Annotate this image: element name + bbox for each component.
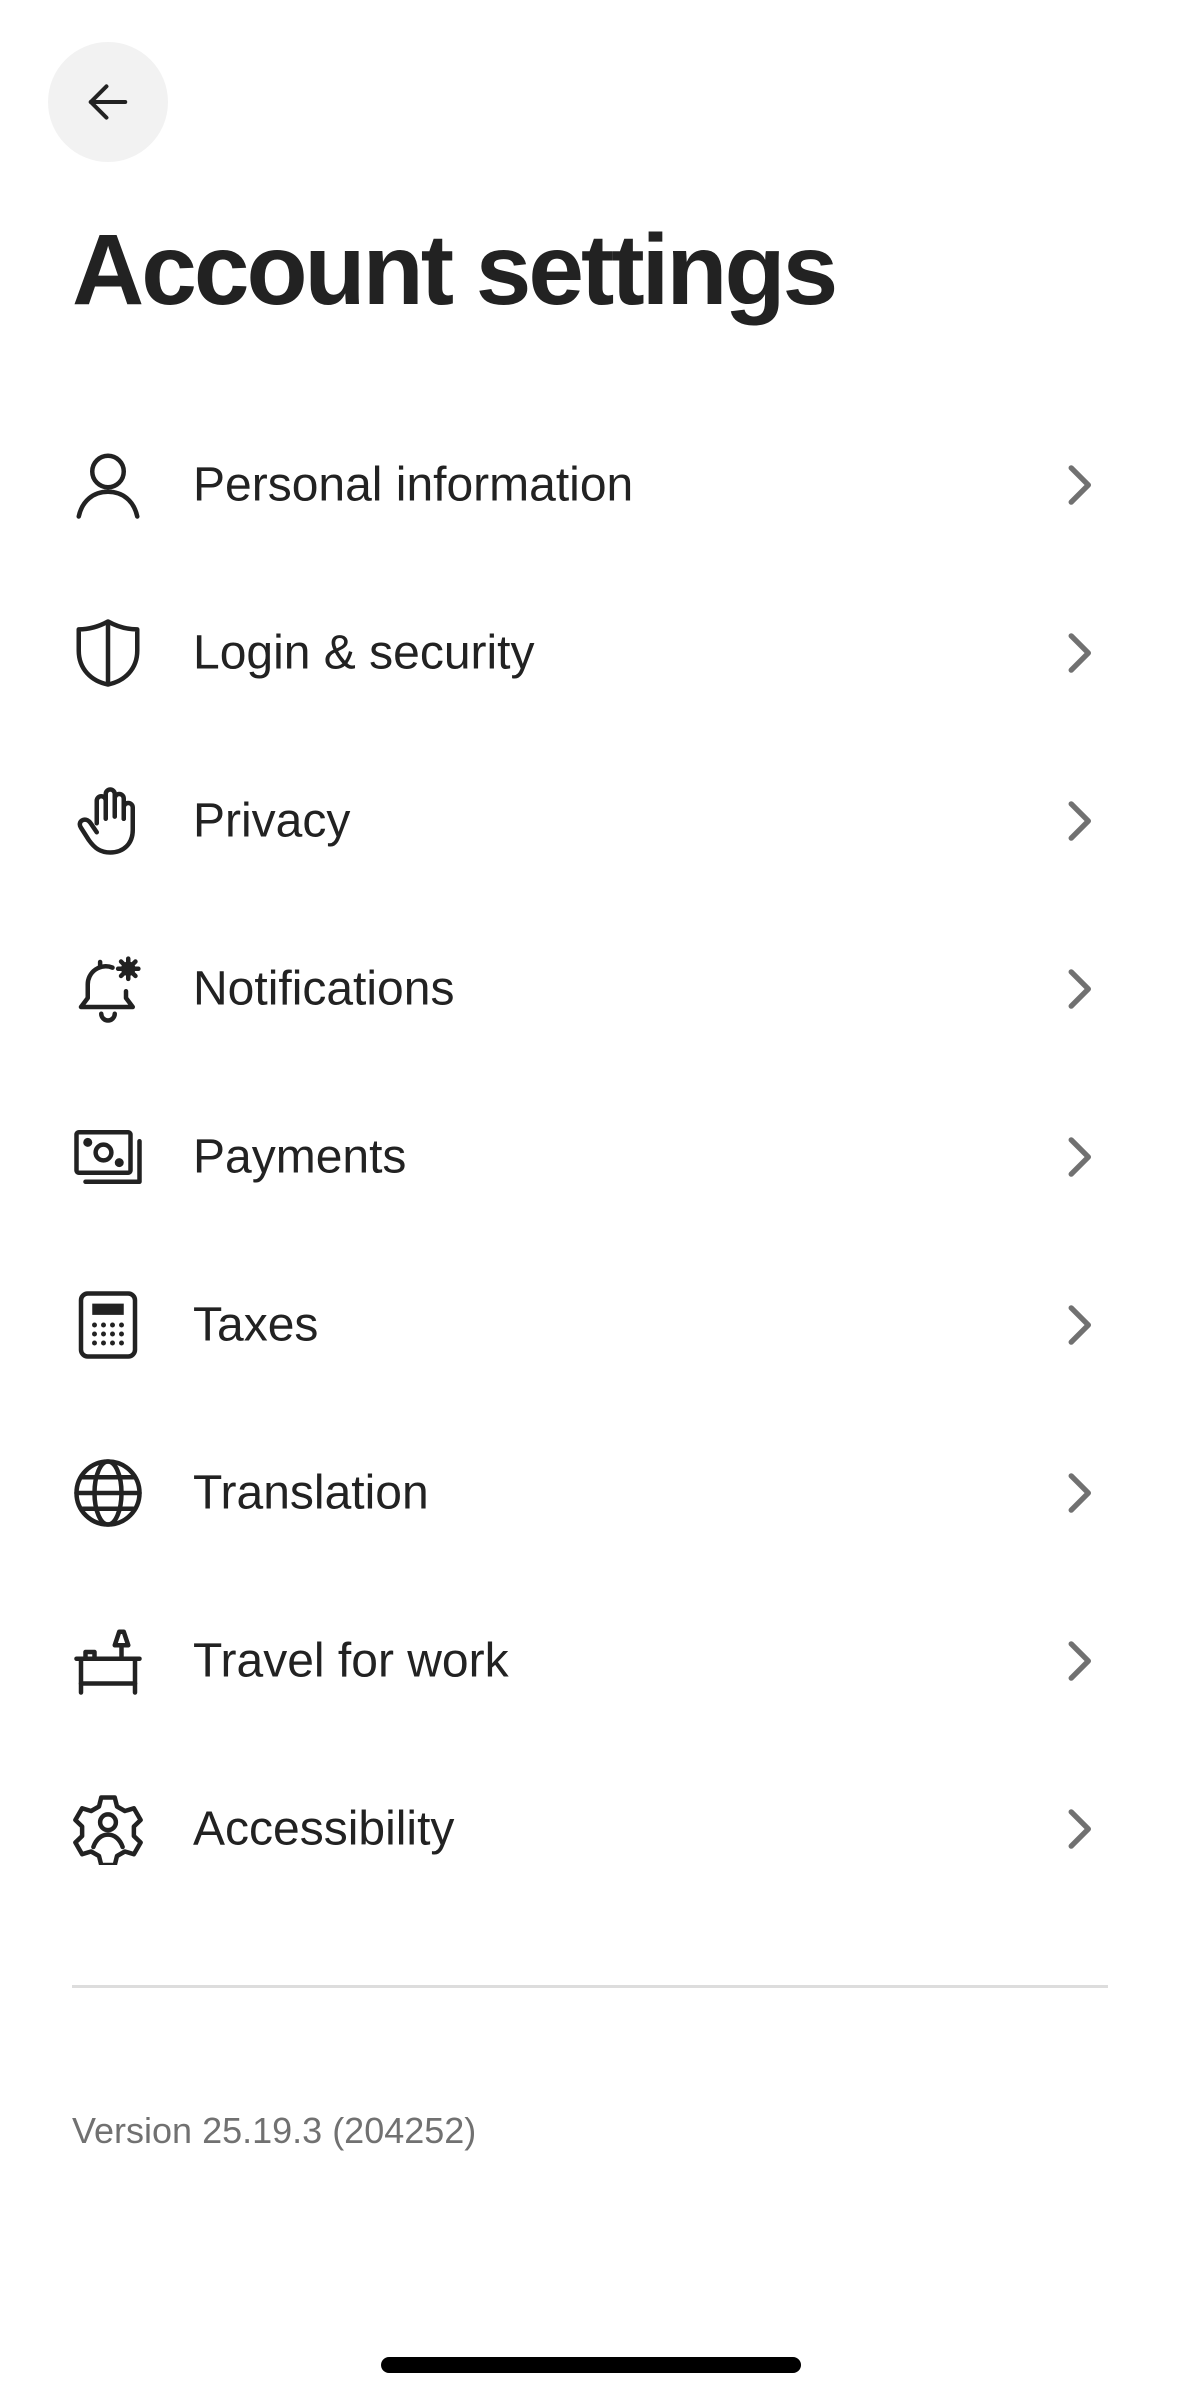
chevron-right-icon xyxy=(1068,465,1092,505)
chevron-right-icon xyxy=(1068,969,1092,1009)
settings-item-payments[interactable]: Payments xyxy=(0,1073,1179,1241)
arrow-left-icon xyxy=(88,84,128,120)
cash-icon xyxy=(74,1130,142,1184)
hand-icon xyxy=(77,787,135,855)
settings-item-label: Login & security xyxy=(193,626,535,680)
chevron-right-icon xyxy=(1068,1473,1092,1513)
settings-item-login-security[interactable]: Login & security xyxy=(0,569,1179,737)
settings-item-label: Translation xyxy=(193,1466,429,1520)
settings-item-label: Payments xyxy=(193,1130,407,1184)
settings-item-label: Personal information xyxy=(193,458,634,512)
desk-lamp-icon xyxy=(74,1629,142,1695)
divider xyxy=(72,1985,1108,1988)
chevron-right-icon xyxy=(1068,1809,1092,1849)
settings-item-label: Accessibility xyxy=(193,1802,455,1856)
page-title: Account settings xyxy=(72,214,838,326)
settings-item-label: Privacy xyxy=(193,794,351,848)
person-icon xyxy=(76,453,140,519)
accessibility-gear-icon xyxy=(73,1795,143,1865)
settings-item-travel-for-work[interactable]: Travel for work xyxy=(0,1577,1179,1745)
settings-item-label: Notifications xyxy=(193,962,455,1016)
settings-item-privacy[interactable]: Privacy xyxy=(0,737,1179,905)
settings-item-personal-information[interactable]: Personal information xyxy=(0,401,1179,569)
back-button[interactable] xyxy=(48,42,168,162)
settings-item-label: Travel for work xyxy=(193,1634,509,1688)
bell-gear-icon xyxy=(78,956,141,1023)
globe-icon xyxy=(74,1459,142,1527)
settings-list: Personal information Login & security Pr… xyxy=(0,401,1179,1913)
settings-item-translation[interactable]: Translation xyxy=(0,1409,1179,1577)
shield-icon xyxy=(76,619,140,687)
chevron-right-icon xyxy=(1068,1305,1092,1345)
settings-item-taxes[interactable]: Taxes xyxy=(0,1241,1179,1409)
settings-item-notifications[interactable]: Notifications xyxy=(0,905,1179,1073)
chevron-right-icon xyxy=(1068,801,1092,841)
chevron-right-icon xyxy=(1068,1641,1092,1681)
home-indicator[interactable] xyxy=(381,2357,801,2373)
chevron-right-icon xyxy=(1068,1137,1092,1177)
settings-item-label: Taxes xyxy=(193,1298,319,1352)
chevron-right-icon xyxy=(1068,633,1092,673)
version-text: Version 25.19.3 (204252) xyxy=(72,2110,477,2151)
calculator-icon xyxy=(78,1291,138,1359)
settings-item-accessibility[interactable]: Accessibility xyxy=(0,1745,1179,1913)
